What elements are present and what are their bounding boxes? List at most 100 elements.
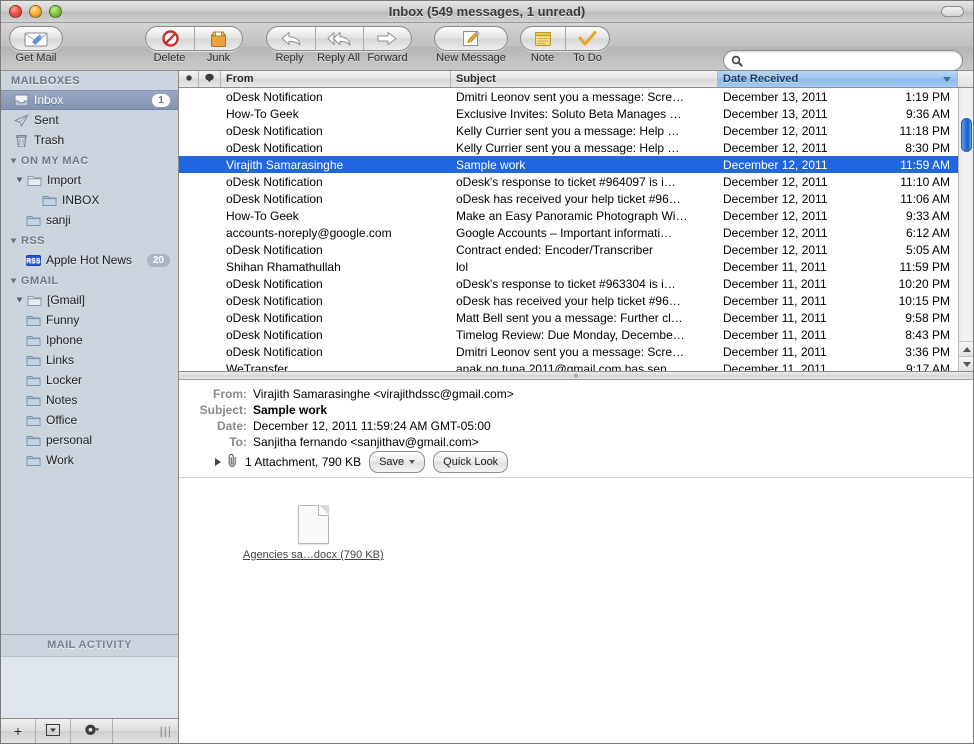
sidebar-section-on-my-mac[interactable]: ON MY MAC [1, 150, 178, 170]
get-mail-segment[interactable] [10, 27, 62, 50]
sidebar-item-label: Inbox [34, 93, 64, 107]
message-row[interactable]: How-To Geek Make an Easy Panoramic Photog… [179, 207, 958, 224]
message-date: December 11, 2011 [723, 344, 827, 359]
new-message-capsule[interactable] [434, 26, 508, 51]
toolbar: Get Mail Delete Junk Reply Reply All For… [1, 23, 973, 85]
message-row[interactable]: oDesk Notification oDesk's response to ti… [179, 275, 958, 292]
save-attachment-button[interactable]: Save [369, 451, 426, 473]
attachment-item[interactable]: Agencies sa…docx (790 KB) [243, 505, 384, 561]
sidebar-item-inbox-import[interactable]: INBOX [1, 190, 178, 210]
sidebar-resize-grip[interactable]: ||| [160, 719, 172, 743]
sidebar-item-links[interactable]: Links [1, 350, 178, 370]
message-row[interactable]: oDesk Notification Contract ended: Encode… [179, 241, 958, 258]
note-button[interactable] [521, 27, 565, 50]
message-row[interactable]: oDesk Notification oDesk has received you… [179, 190, 958, 207]
minimize-window-button[interactable] [29, 5, 42, 18]
no-entry-icon [161, 30, 179, 47]
message-time: 11:06 AM [900, 191, 950, 206]
sidebar-item-sent[interactable]: Sent [1, 110, 178, 130]
scroll-up-button[interactable] [959, 341, 973, 356]
toggle-toolbar-button[interactable] [941, 6, 964, 17]
mail-actions-button[interactable] [36, 719, 71, 743]
to-value: Sanjitha fernando <sanjithav@gmail.com> [253, 435, 479, 449]
message-row[interactable]: oDesk Notification Dmitri Leonov sent you… [179, 88, 958, 105]
message-row[interactable]: oDesk Notification oDesk has received you… [179, 292, 958, 309]
settings-gear-button[interactable] [71, 719, 113, 743]
message-row[interactable]: Virajith Samarasinghe Sample work December… [179, 156, 958, 173]
attachment-filename[interactable]: Agencies sa…docx (790 KB) [243, 549, 384, 561]
sidebar-section-gmail[interactable]: GMAIL [1, 270, 178, 290]
chevron-down-icon[interactable] [16, 177, 23, 183]
message-row[interactable]: accounts-noreply@google.com Google Accoun… [179, 224, 958, 241]
message-row[interactable]: oDesk Notification Matt Bell sent you a m… [179, 309, 958, 326]
list-preview-splitter[interactable] [179, 371, 973, 380]
zoom-window-button[interactable] [49, 5, 62, 18]
sidebar-item-personal[interactable]: personal [1, 430, 178, 450]
get-mail-capsule[interactable] [9, 26, 63, 51]
message-time: 9:58 PM [905, 310, 950, 325]
add-mailbox-button[interactable]: + [1, 719, 36, 743]
sidebar-item-apple-hot-news[interactable]: RSS Apple Hot News 20 [1, 250, 178, 270]
delete-button[interactable] [146, 27, 194, 50]
sidebar: MAILBOXES Inbox 1 Sent Trash ON MY MAC I… [1, 71, 179, 743]
search-input[interactable] [747, 54, 947, 67]
message-date-cell: December 11, 2011 9:58 PM [718, 311, 958, 325]
sidebar-section-label: ON MY MAC [21, 155, 89, 167]
sidebar-item-inbox[interactable]: Inbox 1 [1, 90, 178, 110]
sidebar-section-label: RSS [21, 235, 45, 247]
reply-button[interactable] [267, 27, 315, 50]
toolbar-new-message[interactable]: New Message [434, 23, 508, 64]
message-header-subject: Subject: Sample work [179, 402, 973, 418]
disclosure-triangle-icon[interactable] [215, 458, 221, 466]
reply-all-label: Reply All [317, 52, 360, 64]
column-header-date-received[interactable]: Date Received [718, 71, 958, 87]
message-row[interactable]: oDesk Notification oDesk's response to ti… [179, 173, 958, 190]
message-row[interactable]: oDesk Notification Dmitri Leonov sent you… [179, 343, 958, 360]
junk-button[interactable] [194, 27, 242, 50]
message-row[interactable]: How-To Geek Exclusive Invites: Soluto Bet… [179, 105, 958, 122]
chevron-down-icon[interactable] [16, 297, 23, 303]
sidebar-item-label: personal [46, 433, 93, 447]
scrollbar-thumb[interactable] [961, 118, 972, 152]
message-row[interactable]: Shihan Rhamathullah lol December 11, 2011 1… [179, 258, 958, 275]
sidebar-item-office[interactable]: Office [1, 410, 178, 430]
sidebar-item-import[interactable]: Import [1, 170, 178, 190]
close-window-button[interactable] [9, 5, 22, 18]
column-header-unread[interactable] [179, 71, 199, 87]
sidebar-item-notes[interactable]: Notes [1, 390, 178, 410]
sidebar-item-trash[interactable]: Trash [1, 130, 178, 150]
column-header-flag[interactable] [199, 71, 221, 87]
mail-activity-panel: MAIL ACTIVITY [1, 634, 178, 718]
message-date: December 11, 2011 [723, 259, 827, 274]
sidebar-item-work[interactable]: Work [1, 450, 178, 470]
sidebar-item-gmail-folder[interactable]: [Gmail] [1, 290, 178, 310]
from-label: From: [213, 387, 247, 401]
reply-all-button[interactable] [314, 27, 363, 50]
sidebar-item-iphone[interactable]: Iphone [1, 330, 178, 350]
message-row[interactable]: oDesk Notification Timelog Review: Due Mo… [179, 326, 958, 343]
message-row[interactable]: oDesk Notification Kelly Currier sent you… [179, 139, 958, 156]
message-from: accounts-noreply@google.com [226, 225, 392, 240]
sidebar-item-locker[interactable]: Locker [1, 370, 178, 390]
new-message-button[interactable] [435, 27, 507, 50]
sidebar-item-funny[interactable]: Funny [1, 310, 178, 330]
sidebar-section-rss[interactable]: RSS [1, 230, 178, 250]
message-from: How-To Geek [226, 106, 299, 121]
sidebar-item-sanji[interactable]: sanji [1, 210, 178, 230]
gear-icon [84, 723, 100, 740]
quick-look-button[interactable]: Quick Look [433, 451, 509, 473]
paperclip-icon [227, 453, 238, 472]
toolbar-get-mail[interactable]: Get Mail [9, 23, 63, 64]
message-time: 11:10 AM [900, 174, 950, 189]
column-header-subject[interactable]: Subject [451, 71, 718, 87]
search-field[interactable] [723, 50, 963, 71]
scroll-down-button[interactable] [959, 356, 973, 371]
triangle-up-icon [962, 346, 971, 352]
todo-button[interactable] [565, 27, 609, 50]
forward-button[interactable] [362, 27, 411, 50]
message-date: December 11, 2011 [723, 310, 827, 325]
message-list-scrollbar[interactable] [958, 88, 973, 371]
column-header-from[interactable]: From [221, 71, 451, 87]
message-row[interactable]: WeTransfer anak.ng.tupa.2011@gmail.com ha… [179, 360, 958, 372]
message-row[interactable]: oDesk Notification Kelly Currier sent you… [179, 122, 958, 139]
